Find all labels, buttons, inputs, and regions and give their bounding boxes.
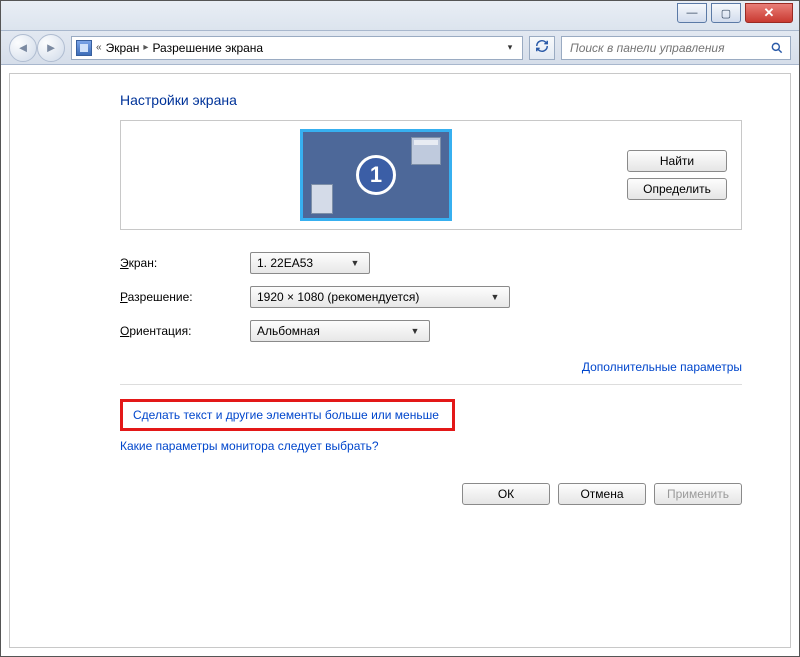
advanced-settings-link[interactable]: Дополнительные параметры xyxy=(582,360,742,374)
window: — ▢ ✕ ◄ ► « Экран ▸ Разрешение экрана ▾ xyxy=(0,0,800,657)
forward-button[interactable]: ► xyxy=(37,34,65,62)
scale-text-link[interactable]: Сделать текст и другие элементы больше и… xyxy=(133,408,439,422)
search-icon xyxy=(770,41,784,55)
nav-arrows: ◄ ► xyxy=(9,34,65,62)
title-bar: — ▢ ✕ xyxy=(1,1,799,31)
dialog-buttons: ОК Отмена Применить xyxy=(120,483,742,505)
chevron-right-icon: ▸ xyxy=(143,42,148,53)
breadcrumb[interactable]: « Экран ▸ Разрешение экрана ▾ xyxy=(71,36,523,60)
advanced-row: Дополнительные параметры xyxy=(120,360,742,374)
search-input[interactable] xyxy=(568,40,764,56)
search-box[interactable] xyxy=(561,36,791,60)
divider xyxy=(120,384,742,385)
window-controls: — ▢ ✕ xyxy=(677,3,793,23)
content-area: Настройки экрана 1 Найти Определить Экра… xyxy=(1,65,799,656)
chevron-down-icon: ▼ xyxy=(407,326,423,336)
highlighted-link-box: Сделать текст и другие элементы больше и… xyxy=(120,399,455,431)
screen-row: Экран: 1. 22EA53 ▼ xyxy=(120,252,742,274)
breadcrumb-item-screen[interactable]: Экран xyxy=(106,41,140,55)
orientation-value: Альбомная xyxy=(257,324,320,338)
breadcrumb-item-resolution[interactable]: Разрешение экрана xyxy=(152,41,263,55)
settings-panel: Настройки экрана 1 Найти Определить Экра… xyxy=(9,73,791,648)
back-button[interactable]: ◄ xyxy=(9,34,37,62)
orientation-row: Ориентация: Альбомная ▼ xyxy=(120,320,742,342)
apply-button[interactable]: Применить xyxy=(654,483,742,505)
close-button[interactable]: ✕ xyxy=(745,3,793,23)
monitor-preview-box: 1 Найти Определить xyxy=(120,120,742,230)
refresh-button[interactable] xyxy=(529,36,555,60)
resolution-label: Разрешение: xyxy=(120,290,250,304)
identify-button[interactable]: Определить xyxy=(627,178,727,200)
screen-value: 1. 22EA53 xyxy=(257,256,313,270)
mini-window-icon xyxy=(311,184,333,214)
screen-combo[interactable]: 1. 22EA53 ▼ xyxy=(250,252,370,274)
screen-label: Экран: xyxy=(120,256,250,270)
chevron-down-icon: ▼ xyxy=(487,292,503,302)
help-link-row: Какие параметры монитора следует выбрать… xyxy=(120,439,742,453)
resolution-row: Разрешение: 1920 × 1080 (рекомендуется) … xyxy=(120,286,742,308)
control-panel-icon xyxy=(76,40,92,56)
resolution-value: 1920 × 1080 (рекомендуется) xyxy=(257,290,419,304)
resolution-combo[interactable]: 1920 × 1080 (рекомендуется) ▼ xyxy=(250,286,510,308)
find-button[interactable]: Найти xyxy=(627,150,727,172)
monitor-number-badge: 1 xyxy=(356,155,396,195)
minimize-button[interactable]: — xyxy=(677,3,707,23)
chevron-down-icon: ▼ xyxy=(347,258,363,268)
monitor-help-link[interactable]: Какие параметры монитора следует выбрать… xyxy=(120,439,379,453)
breadcrumb-chevrons: « xyxy=(96,42,102,53)
mini-window-icon xyxy=(411,137,441,165)
address-bar: ◄ ► « Экран ▸ Разрешение экрана ▾ xyxy=(1,31,799,65)
page-title: Настройки экрана xyxy=(120,92,742,108)
orientation-label: Ориентация: xyxy=(120,324,250,338)
cancel-button[interactable]: Отмена xyxy=(558,483,646,505)
breadcrumb-dropdown[interactable]: ▾ xyxy=(502,42,518,53)
maximize-button[interactable]: ▢ xyxy=(711,3,741,23)
monitor-preview: 1 xyxy=(135,129,617,221)
ok-button[interactable]: ОК xyxy=(462,483,550,505)
orientation-combo[interactable]: Альбомная ▼ xyxy=(250,320,430,342)
refresh-icon xyxy=(535,39,549,56)
monitor-side-buttons: Найти Определить xyxy=(627,150,727,200)
monitor-thumb[interactable]: 1 xyxy=(300,129,452,221)
